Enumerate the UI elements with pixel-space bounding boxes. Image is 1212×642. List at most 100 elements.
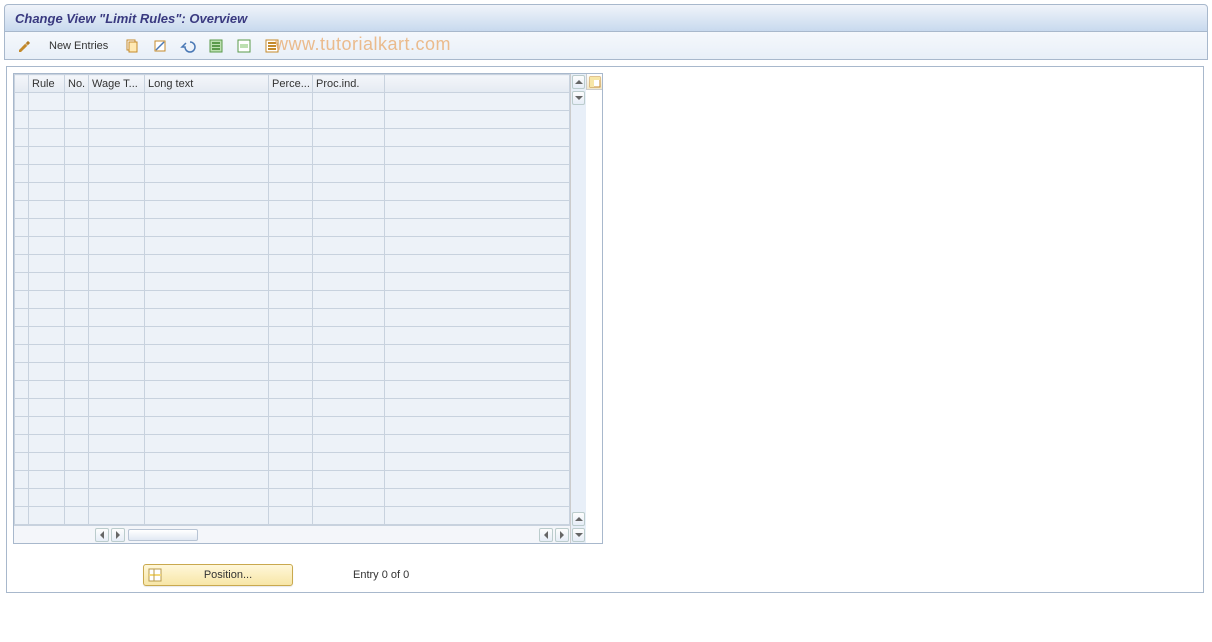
cell[interactable] <box>89 309 145 327</box>
cell[interactable] <box>29 453 65 471</box>
select-all-button[interactable] <box>204 36 228 56</box>
row-selector[interactable] <box>15 327 29 345</box>
cell[interactable] <box>145 219 269 237</box>
cell[interactable] <box>145 273 269 291</box>
cell[interactable] <box>65 147 89 165</box>
cell[interactable] <box>269 93 313 111</box>
cell[interactable] <box>29 345 65 363</box>
cell[interactable] <box>29 309 65 327</box>
col-header-proc-ind[interactable]: Proc.ind. <box>313 75 385 93</box>
row-selector[interactable] <box>15 291 29 309</box>
vscroll-down-button[interactable] <box>572 91 585 105</box>
row-selector[interactable] <box>15 345 29 363</box>
cell[interactable] <box>269 111 313 129</box>
cell[interactable] <box>145 255 269 273</box>
new-entries-button[interactable]: New Entries <box>41 36 116 56</box>
row-selector[interactable] <box>15 183 29 201</box>
row-selector[interactable] <box>15 165 29 183</box>
position-button[interactable]: Position... <box>143 564 293 586</box>
cell[interactable] <box>65 273 89 291</box>
row-selector[interactable] <box>15 219 29 237</box>
cell[interactable] <box>269 399 313 417</box>
cell[interactable] <box>269 273 313 291</box>
cell[interactable] <box>313 237 385 255</box>
cell[interactable] <box>65 327 89 345</box>
cell[interactable] <box>145 363 269 381</box>
cell[interactable] <box>313 291 385 309</box>
cell[interactable] <box>65 345 89 363</box>
cell[interactable] <box>89 471 145 489</box>
cell[interactable] <box>145 507 269 525</box>
hscroll-thumb[interactable] <box>128 529 198 541</box>
cell[interactable] <box>313 147 385 165</box>
cell[interactable] <box>65 489 89 507</box>
cell[interactable] <box>269 183 313 201</box>
vscroll-up-button[interactable] <box>572 75 585 89</box>
cell[interactable] <box>145 435 269 453</box>
cell[interactable] <box>145 345 269 363</box>
cell[interactable] <box>89 489 145 507</box>
cell[interactable] <box>313 183 385 201</box>
cell[interactable] <box>145 111 269 129</box>
hscroll-right-last-button[interactable] <box>555 528 569 542</box>
cell[interactable] <box>29 237 65 255</box>
toggle-change-button[interactable] <box>13 36 37 56</box>
cell[interactable] <box>65 219 89 237</box>
col-header-long-text[interactable]: Long text <box>145 75 269 93</box>
cell[interactable] <box>145 93 269 111</box>
row-selector[interactable] <box>15 399 29 417</box>
cell[interactable] <box>313 345 385 363</box>
row-selector[interactable] <box>15 147 29 165</box>
row-selector[interactable] <box>15 417 29 435</box>
cell[interactable] <box>89 183 145 201</box>
cell[interactable] <box>29 471 65 489</box>
vscroll-up-page-button[interactable] <box>572 512 585 526</box>
row-selector[interactable] <box>15 363 29 381</box>
col-header-percentage[interactable]: Perce... <box>269 75 313 93</box>
cell[interactable] <box>29 93 65 111</box>
cell[interactable] <box>89 381 145 399</box>
cell[interactable] <box>65 183 89 201</box>
cell[interactable] <box>145 291 269 309</box>
cell[interactable] <box>145 201 269 219</box>
copy-as-button[interactable] <box>120 36 144 56</box>
row-selector[interactable] <box>15 507 29 525</box>
cell[interactable] <box>145 165 269 183</box>
cell[interactable] <box>145 237 269 255</box>
cell[interactable] <box>65 237 89 255</box>
cell[interactable] <box>145 417 269 435</box>
cell[interactable] <box>269 309 313 327</box>
vscroll-down-page-button[interactable] <box>572 528 585 542</box>
cell[interactable] <box>313 255 385 273</box>
cell[interactable] <box>89 507 145 525</box>
cell[interactable] <box>269 345 313 363</box>
cell[interactable] <box>313 201 385 219</box>
cell[interactable] <box>89 147 145 165</box>
cell[interactable] <box>29 147 65 165</box>
cell[interactable] <box>313 273 385 291</box>
cell[interactable] <box>29 435 65 453</box>
col-header-wage-type[interactable]: Wage T... <box>89 75 145 93</box>
cell[interactable] <box>269 435 313 453</box>
cell[interactable] <box>313 93 385 111</box>
hscroll-right-step-button[interactable] <box>111 528 125 542</box>
cell[interactable] <box>65 291 89 309</box>
cell[interactable] <box>89 129 145 147</box>
cell[interactable] <box>313 399 385 417</box>
cell[interactable] <box>313 489 385 507</box>
cell[interactable] <box>145 183 269 201</box>
cell[interactable] <box>65 201 89 219</box>
cell[interactable] <box>29 291 65 309</box>
cell[interactable] <box>29 183 65 201</box>
cell[interactable] <box>65 471 89 489</box>
cell[interactable] <box>65 309 89 327</box>
cell[interactable] <box>89 327 145 345</box>
cell[interactable] <box>269 327 313 345</box>
undo-button[interactable] <box>176 36 200 56</box>
cell[interactable] <box>65 129 89 147</box>
row-selector[interactable] <box>15 237 29 255</box>
cell[interactable] <box>65 93 89 111</box>
cell[interactable] <box>89 417 145 435</box>
row-selector[interactable] <box>15 201 29 219</box>
cell[interactable] <box>65 507 89 525</box>
